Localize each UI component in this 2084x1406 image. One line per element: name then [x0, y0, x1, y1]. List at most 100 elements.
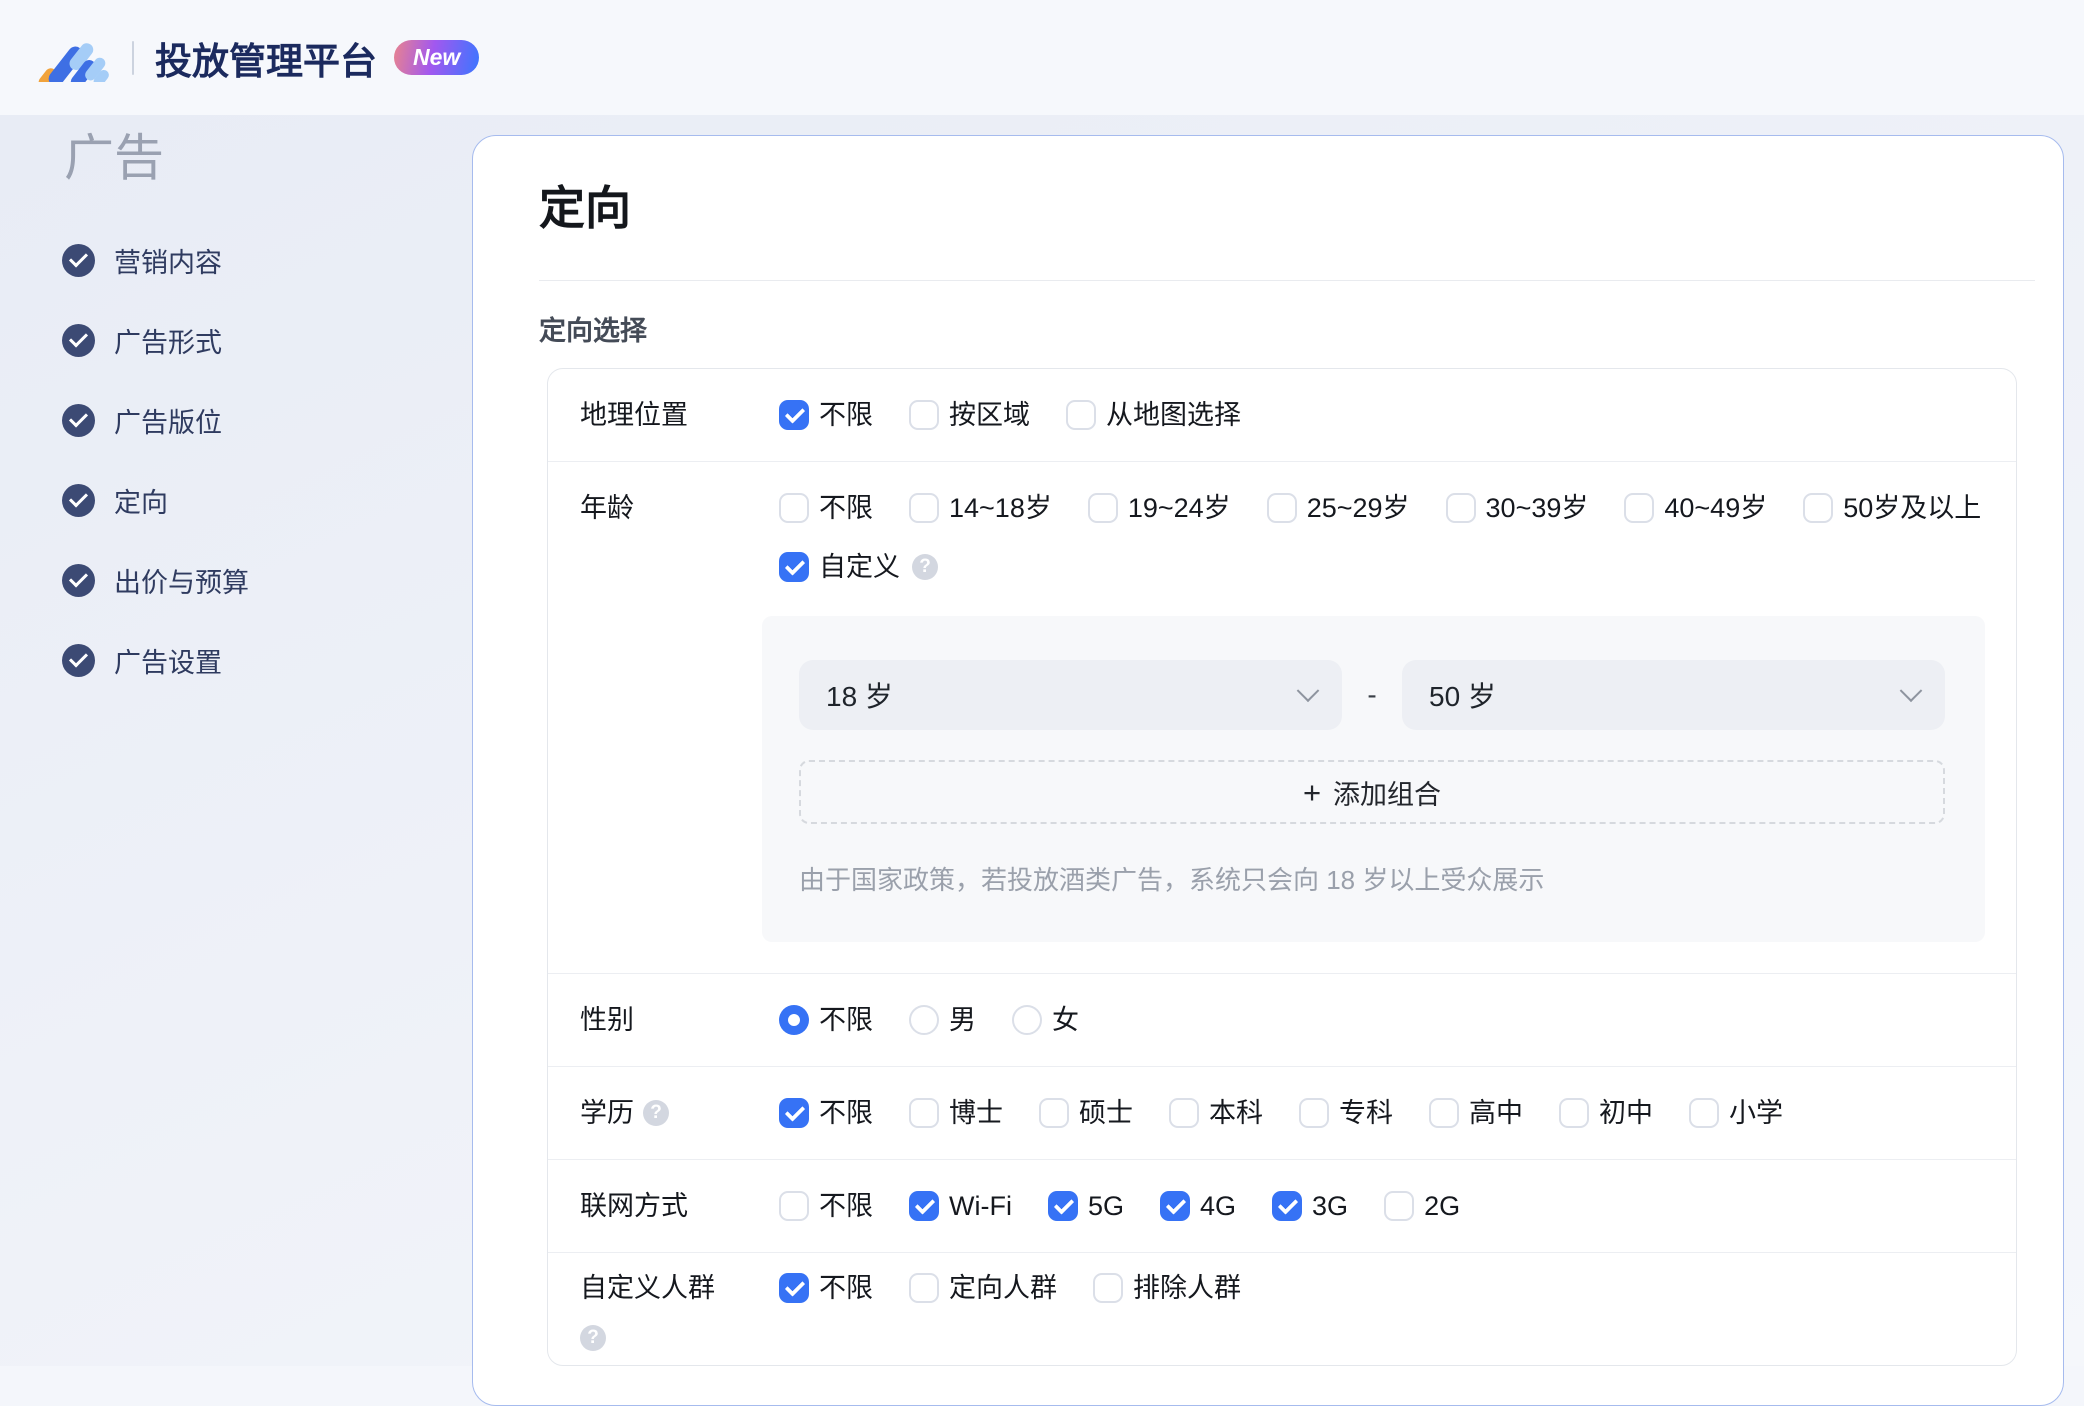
checkbox-option[interactable]: 高中: [1429, 1098, 1523, 1128]
checkbox-icon[interactable]: [1266, 493, 1297, 523]
checkbox-icon[interactable]: [779, 1098, 809, 1128]
checkbox-icon[interactable]: [1272, 1191, 1303, 1221]
checkbox-option[interactable]: 19~24岁: [1087, 493, 1231, 523]
sidebar-item-广告形式[interactable]: 广告形式: [0, 300, 472, 380]
checkbox-option[interactable]: 2G: [1384, 1191, 1460, 1221]
checkbox-option[interactable]: 14~18岁: [909, 493, 1052, 523]
checkbox-icon[interactable]: [1169, 1098, 1199, 1128]
checkbox-option[interactable]: 40~49岁: [1624, 493, 1767, 523]
checkbox-option[interactable]: 25~29岁: [1266, 493, 1410, 523]
checkbox-option[interactable]: 4G: [1160, 1191, 1236, 1221]
checkbox-icon[interactable]: [1093, 1273, 1123, 1303]
checkbox-icon[interactable]: [1384, 1191, 1415, 1221]
checkbox-option[interactable]: 不限: [779, 1273, 873, 1303]
help-icon[interactable]: ?: [912, 554, 938, 580]
checkbox-icon[interactable]: [1429, 1098, 1459, 1128]
row-label-text: 学历: [580, 1098, 634, 1128]
checkbox-option[interactable]: 不限: [779, 1098, 873, 1128]
checkbox-option[interactable]: 50岁及以上: [1803, 493, 1981, 523]
age-from-select[interactable]: 18 岁: [799, 660, 1342, 730]
check-circle-icon: [62, 403, 95, 437]
form-row-age: 年龄 不限 14~18岁 19~24岁 25~29岁 30~39岁 40~49岁 50岁及以上…: [548, 462, 2016, 973]
row-label-education: 学历?: [580, 1098, 779, 1128]
checkbox-icon[interactable]: [779, 1191, 809, 1221]
row-label-text: 地理位置: [580, 400, 688, 430]
row-options-custom-audience: 不限 定向人群 排除人群: [779, 1273, 1984, 1303]
checkbox-icon[interactable]: [1445, 493, 1476, 523]
sidebar-item-定向[interactable]: 定向: [0, 460, 472, 540]
checkbox-icon[interactable]: [1803, 493, 1834, 523]
checkbox-option[interactable]: 排除人群: [1093, 1273, 1241, 1303]
radio-option[interactable]: 女: [1012, 1005, 1079, 1035]
checkbox-icon[interactable]: [779, 1273, 809, 1303]
checkbox-option[interactable]: 初中: [1559, 1098, 1653, 1128]
checkbox-option[interactable]: 不限: [779, 1191, 873, 1221]
checkbox-option[interactable]: 3G: [1272, 1191, 1348, 1221]
help-icon[interactable]: ?: [643, 1100, 669, 1126]
radio-icon[interactable]: [779, 1005, 809, 1035]
checkbox-icon[interactable]: [779, 400, 809, 430]
age-to-select[interactable]: 50 岁: [1402, 660, 1945, 730]
checkbox-icon[interactable]: [1689, 1098, 1719, 1128]
radio-icon[interactable]: [909, 1005, 939, 1035]
checkbox-icon[interactable]: [1160, 1191, 1190, 1221]
checkbox-icon[interactable]: [1047, 1191, 1078, 1221]
checkbox-icon[interactable]: [909, 1098, 939, 1128]
app-header: 投放管理平台 New: [0, 0, 2084, 115]
checkbox-option[interactable]: 5G: [1047, 1191, 1124, 1221]
radio-option[interactable]: 男: [909, 1005, 976, 1035]
sidebar-item-label: 营销内容: [114, 247, 222, 278]
checkbox-icon[interactable]: [909, 1273, 939, 1303]
help-icon[interactable]: ?: [580, 1325, 606, 1351]
sidebar-item-label: 广告版位: [114, 407, 222, 438]
age-custom-line: 自定义?: [779, 552, 1985, 582]
sidebar-item-营销内容[interactable]: 营销内容: [0, 220, 472, 300]
checkbox-icon[interactable]: [1039, 1098, 1069, 1128]
sidebar-heading: 广告: [64, 130, 164, 186]
checkbox-icon[interactable]: [909, 400, 939, 430]
option-label: 25~29岁: [1306, 493, 1410, 523]
radio-icon[interactable]: [1012, 1005, 1042, 1035]
add-combination-button[interactable]: + 添加组合: [799, 760, 1945, 824]
option-label: 4G: [1200, 1191, 1237, 1221]
checkbox-option[interactable]: 从地图选择: [1066, 400, 1241, 430]
sidebar-item-广告设置[interactable]: 广告设置: [0, 620, 472, 700]
option-label: 不限: [819, 1191, 873, 1221]
form-row-gender: 性别 不限 男 女: [548, 974, 2016, 1066]
checkbox-option[interactable]: 硕士: [1039, 1098, 1133, 1128]
checkbox-option[interactable]: 不限: [779, 493, 873, 523]
form-row-geo: 地理位置 不限 按区域 从地图选择: [548, 369, 2016, 461]
chevron-down-icon: [1296, 679, 1320, 703]
checkbox-option[interactable]: 按区域: [909, 400, 1030, 430]
checkbox-icon[interactable]: [779, 552, 809, 582]
checkbox-option[interactable]: 博士: [909, 1098, 1003, 1128]
checkbox-option[interactable]: 不限: [779, 400, 873, 430]
checkbox-icon[interactable]: [779, 493, 809, 523]
checkbox-option[interactable]: 小学: [1689, 1098, 1783, 1128]
age-range-selects: 18 岁 - 50 岁: [799, 660, 1945, 730]
checkbox-option[interactable]: 30~39岁: [1445, 493, 1589, 523]
checkbox-icon[interactable]: [1299, 1098, 1329, 1128]
option-label: 自定义: [819, 552, 900, 582]
section-label: 定向选择: [539, 316, 647, 346]
checkbox-option[interactable]: 本科: [1169, 1098, 1263, 1128]
checkbox-option[interactable]: Wi-Fi: [909, 1191, 1012, 1221]
option-label: 定向人群: [949, 1273, 1057, 1303]
checkbox-option[interactable]: 专科: [1299, 1098, 1393, 1128]
option-label: 40~49岁: [1664, 493, 1768, 523]
checkbox-icon[interactable]: [909, 1191, 939, 1221]
checkbox-option[interactable]: 定向人群: [909, 1273, 1057, 1303]
sidebar-item-出价与预算[interactable]: 出价与预算: [0, 540, 472, 620]
option-label: 30~39岁: [1485, 493, 1589, 523]
option-label: 不限: [819, 493, 873, 523]
checkbox-icon[interactable]: [1066, 400, 1096, 430]
radio-option[interactable]: 不限: [779, 1005, 873, 1035]
checkbox-icon[interactable]: [909, 493, 939, 523]
sidebar-item-广告版位[interactable]: 广告版位: [0, 380, 472, 460]
option-label: 排除人群: [1133, 1273, 1241, 1303]
range-separator: -: [1367, 679, 1377, 710]
checkbox-icon[interactable]: [1624, 493, 1655, 523]
checkbox-icon[interactable]: [1087, 493, 1118, 523]
checkbox-option[interactable]: 自定义: [779, 552, 900, 582]
checkbox-icon[interactable]: [1559, 1098, 1589, 1128]
